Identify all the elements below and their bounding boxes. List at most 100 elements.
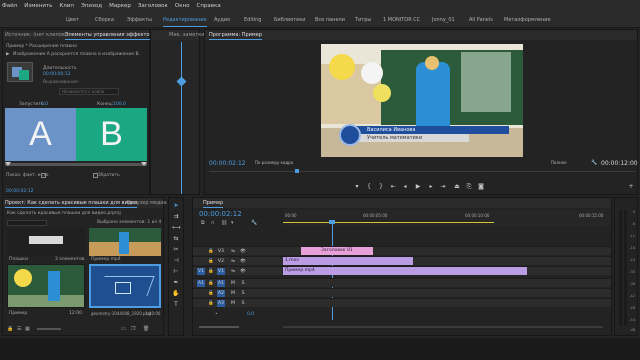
workspace-tab-1monitor[interactable]: 1 MONITOR CC bbox=[383, 17, 420, 23]
menu-help[interactable]: Справка bbox=[197, 3, 221, 9]
timeline-horizontal-scrollbar[interactable] bbox=[283, 326, 603, 328]
mute-a3-icon[interactable]: M bbox=[229, 300, 237, 307]
reverse-checkbox[interactable] bbox=[93, 173, 98, 178]
play-button-icon[interactable]: ▶ bbox=[414, 183, 422, 191]
program-timecode[interactable]: 00:00:02:12 bbox=[209, 160, 246, 167]
lock-icon[interactable]: 🔒 bbox=[7, 326, 13, 332]
timeline-timecode[interactable]: 00:00:02:12 bbox=[199, 210, 242, 218]
menu-clip[interactable]: Клип bbox=[59, 3, 74, 9]
type-tool-icon[interactable]: T bbox=[172, 301, 180, 309]
sync-v1-icon[interactable]: ⇋ bbox=[229, 268, 237, 275]
clip-mov[interactable]: 1.mov bbox=[283, 257, 413, 265]
menu-marker[interactable]: Маркер bbox=[109, 3, 131, 9]
program-scrub-bar[interactable] bbox=[209, 171, 635, 172]
delete-icon[interactable]: 🗑 bbox=[143, 326, 149, 332]
video-clip-thumbnail[interactable] bbox=[89, 228, 161, 256]
menu-file[interactable]: Файл bbox=[2, 3, 17, 9]
workspace-tab-assembly[interactable]: Сборка bbox=[95, 17, 114, 23]
rate-stretch-tool-icon[interactable]: ⇆ bbox=[172, 235, 180, 243]
program-video-frame[interactable]: Василиса Иванова Учитель математики bbox=[321, 44, 523, 157]
fit-dropdown[interactable]: По размеру кадра bbox=[255, 160, 295, 166]
effect-playhead[interactable] bbox=[181, 42, 182, 194]
linked-selection-icon[interactable]: ⛓ bbox=[221, 220, 227, 226]
lock-v3-icon[interactable]: 🔒 bbox=[207, 248, 215, 255]
start-slider-track[interactable] bbox=[5, 162, 147, 166]
extract-icon[interactable]: ⎘ bbox=[465, 183, 473, 191]
end-value[interactable]: 100,0 bbox=[113, 102, 126, 107]
selection-tool-icon[interactable]: ➤ bbox=[172, 202, 180, 210]
thumbnail-size-slider[interactable] bbox=[37, 328, 61, 330]
tab-effect-controls[interactable]: Элементы управления эффектом bbox=[65, 32, 154, 40]
wrench-icon[interactable]: 🔧 bbox=[591, 160, 597, 166]
workspace-tab-all-panels-ru[interactable]: Все панели bbox=[315, 17, 345, 23]
workspace-tab-effects[interactable]: Эффекты bbox=[127, 17, 152, 23]
mute-a2-icon[interactable]: M bbox=[229, 290, 237, 297]
slide-tool-icon[interactable]: ⊢ bbox=[172, 268, 180, 276]
timeline-zoom-slider[interactable] bbox=[199, 326, 239, 328]
mute-a1-icon[interactable]: M bbox=[229, 280, 237, 287]
track-label-v2[interactable]: V2 bbox=[217, 258, 225, 265]
mark-in-icon[interactable]: { bbox=[365, 183, 373, 191]
source-patch-a1[interactable]: A1 bbox=[197, 280, 205, 287]
menu-sequence[interactable]: Эпизод bbox=[81, 3, 102, 9]
sync-v3-icon[interactable]: ⇋ bbox=[229, 248, 237, 255]
eye-v3-icon[interactable]: 👁 bbox=[239, 248, 247, 255]
workspace-tab-titles[interactable]: Титры bbox=[355, 17, 371, 23]
step-forward-icon[interactable]: ▸ bbox=[427, 183, 435, 191]
tab-project[interactable]: Проект: Как сделать красивые плашки для … bbox=[5, 200, 138, 208]
start-value[interactable]: 0,0 bbox=[41, 102, 48, 107]
menu-title[interactable]: Заголовок bbox=[138, 3, 168, 9]
program-playhead-marker[interactable] bbox=[295, 169, 299, 173]
sequence-thumbnail[interactable] bbox=[7, 264, 85, 308]
master-value[interactable]: 0,0 bbox=[247, 312, 254, 317]
track-label-v1[interactable]: V1 bbox=[217, 268, 225, 275]
project-search-input[interactable] bbox=[7, 220, 47, 226]
workspace-tab-all-panels[interactable]: All Panels bbox=[469, 17, 493, 23]
mark-out-icon[interactable]: } bbox=[377, 183, 385, 191]
hand-tool-icon[interactable]: ✋ bbox=[172, 290, 180, 298]
effect-panel-timecode[interactable]: 00:00:02:12 bbox=[6, 189, 33, 194]
play-icon[interactable]: ▶ bbox=[6, 52, 9, 57]
timeline-settings-icon[interactable]: 🔧 bbox=[251, 220, 257, 226]
tab-source[interactable]: Источник: (нет клипов) bbox=[5, 32, 67, 38]
lock-v2-icon[interactable]: 🔒 bbox=[207, 258, 215, 265]
bin-thumbnail[interactable] bbox=[7, 228, 85, 256]
eye-v1-icon[interactable]: 👁 bbox=[239, 268, 247, 275]
step-back-icon[interactable]: ◂ bbox=[401, 183, 409, 191]
eye-v2-icon[interactable]: 👁 bbox=[239, 258, 247, 265]
tab-media-browser[interactable]: Браузер медиа bbox=[127, 200, 167, 206]
workspace-tab-editing[interactable]: Редактирование bbox=[163, 17, 207, 27]
slip-tool-icon[interactable]: ⊣ bbox=[172, 257, 180, 265]
go-to-out-icon[interactable]: ⇥ bbox=[439, 183, 447, 191]
new-bin-icon[interactable]: ▭ bbox=[121, 326, 126, 332]
timeline-tab[interactable]: Пример bbox=[203, 200, 224, 208]
tab-mixer[interactable]: Мик. заметки bbox=[169, 32, 205, 38]
workspace-tab-color[interactable]: Цвет bbox=[66, 17, 79, 23]
duration-value[interactable]: 00:00:00:12 bbox=[43, 72, 70, 77]
show-actual-checkbox-box[interactable] bbox=[41, 173, 46, 178]
pen-tool-icon[interactable]: ✒ bbox=[172, 279, 180, 287]
menu-edit[interactable]: Изменить bbox=[24, 3, 52, 9]
program-monitor-title[interactable]: Программа: Пример bbox=[209, 32, 262, 40]
lock-a1-icon[interactable]: 🔒 bbox=[207, 280, 215, 287]
workspace-tab-audio[interactable]: Аудио bbox=[214, 17, 230, 23]
snap-icon[interactable]: ∩ bbox=[211, 220, 215, 226]
new-item-icon[interactable]: ❐ bbox=[131, 326, 135, 332]
lock-a3-icon[interactable]: 🔒 bbox=[207, 300, 215, 307]
quality-dropdown[interactable]: Полное bbox=[551, 160, 571, 166]
track-label-a1[interactable]: A1 bbox=[217, 280, 225, 287]
track-label-a3[interactable]: A3 bbox=[217, 300, 225, 307]
export-frame-icon[interactable]: ◙ bbox=[477, 183, 485, 191]
sync-v2-icon[interactable]: ⇋ bbox=[229, 258, 237, 265]
nest-icon[interactable]: ⧉ bbox=[201, 220, 205, 226]
workspace-tab-metadata[interactable]: Метаоформление bbox=[504, 17, 551, 23]
menu-window[interactable]: Окно bbox=[175, 3, 190, 9]
solo-a2-icon[interactable]: S bbox=[239, 290, 247, 297]
track-label-v3[interactable]: V3 bbox=[217, 248, 225, 255]
solo-a3-icon[interactable]: S bbox=[239, 300, 247, 307]
track-select-tool-icon[interactable]: ⇉ bbox=[172, 213, 180, 221]
workspace-tab-jonny[interactable]: Jonny_01 bbox=[432, 17, 455, 23]
add-marker-icon[interactable]: ▾ bbox=[353, 183, 361, 191]
clip-example-mp4[interactable]: Пример.mp4 bbox=[283, 267, 527, 275]
source-patch-v1[interactable]: V1 bbox=[197, 268, 205, 275]
